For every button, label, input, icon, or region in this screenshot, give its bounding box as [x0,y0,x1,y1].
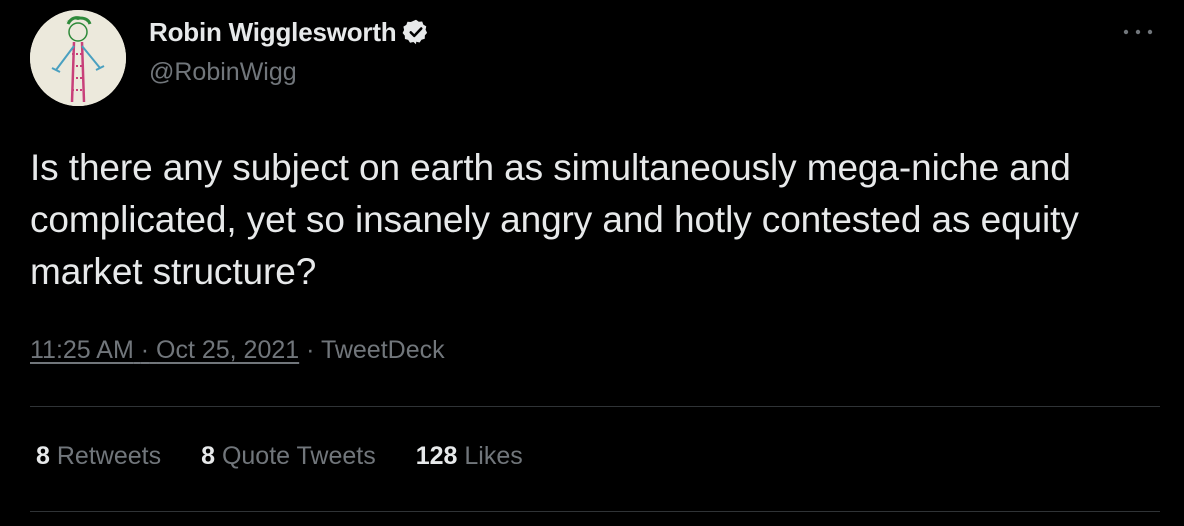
handle[interactable]: @RobinWigg [149,58,430,87]
tweet-text: Is there any subject on earth as simulta… [30,147,1079,292]
likes-label: Likes [464,442,523,470]
stick-figure-drawing-avatar [30,10,126,106]
verified-badge-icon [403,19,428,45]
tweet-meta: 11:25 AM · Oct 25, 2021 · TweetDeck [30,336,445,365]
tweet-source[interactable]: TweetDeck [321,336,445,364]
meta-separator: · [306,336,315,364]
quote-tweets-count: 8 [201,442,215,470]
retweets-stat[interactable]: 8 Retweets [36,442,161,471]
name-row: Robin Wigglesworth [149,16,430,48]
likes-stat[interactable]: 128 Likes [416,442,523,471]
tweet-date: Oct 25, 2021 [156,336,300,364]
tweet-stats: 8 Retweets 8 Quote Tweets 128 Likes [36,442,563,471]
quote-tweets-stat[interactable]: 8 Quote Tweets [201,442,376,471]
author-block: Robin Wigglesworth @RobinWigg [149,16,430,87]
meta-separator: · [140,336,150,364]
avatar[interactable] [30,10,126,106]
likes-count: 128 [415,442,458,470]
divider-top [30,406,1160,407]
quote-tweets-label: Quote Tweets [221,442,376,470]
more-options-icon[interactable] [1120,22,1156,42]
tweet-time-link[interactable]: 11:25 AM · Oct 25, 2021 [30,336,299,364]
tweet-time: 11:25 AM [30,336,134,364]
retweets-count: 8 [36,442,50,470]
divider-bottom [30,511,1160,512]
display-name[interactable]: Robin Wigglesworth [149,17,397,48]
tweet-card: Robin Wigglesworth @RobinWigg Is there a… [0,0,1184,526]
retweets-label: Retweets [56,442,162,470]
